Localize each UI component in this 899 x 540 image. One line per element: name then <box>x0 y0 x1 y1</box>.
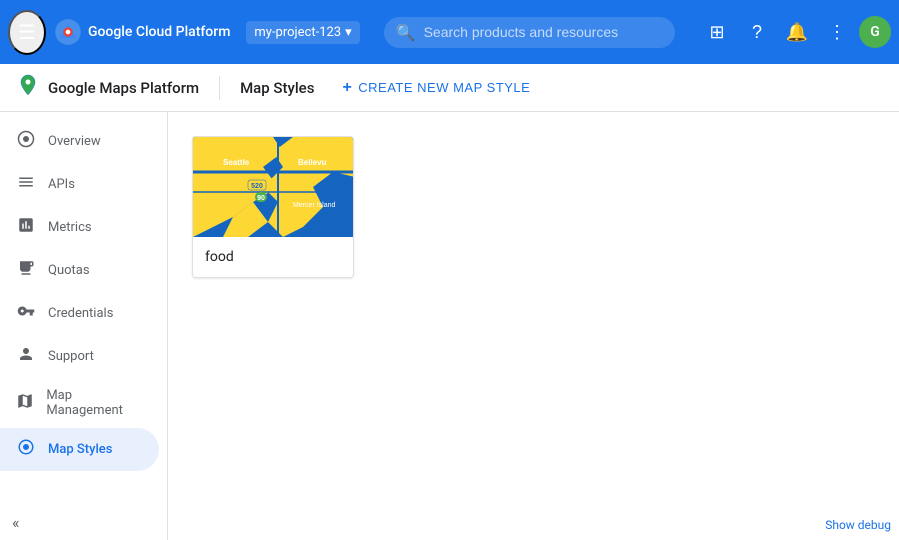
menu-icon[interactable]: ☰ <box>8 10 46 55</box>
svg-text:Bellevu: Bellevu <box>298 158 327 167</box>
svg-text:520: 520 <box>251 183 263 190</box>
second-header: Google Maps Platform Map Styles + CREATE… <box>0 64 899 112</box>
sidebar-label-credentials: Credentials <box>48 306 113 321</box>
header-divider <box>219 76 220 100</box>
search-bar: 🔍 <box>384 17 675 48</box>
sidebar-item-overview[interactable]: Overview <box>0 120 159 163</box>
svg-text:Seattle: Seattle <box>223 158 250 167</box>
sidebar-label-map-styles: Map Styles <box>48 442 112 457</box>
quotas-icon <box>16 259 36 282</box>
project-name: my-project-123 <box>254 25 341 40</box>
sidebar-label-overview: Overview <box>48 134 101 149</box>
map-styles-icon <box>16 438 36 461</box>
sidebar-label-support: Support <box>48 349 94 364</box>
more-icon-button[interactable]: ⋮ <box>819 14 855 50</box>
support-icon <box>16 345 36 368</box>
create-new-map-style-button[interactable]: + CREATE NEW MAP STYLE <box>342 79 530 97</box>
page-title: Map Styles <box>240 79 314 97</box>
sidebar-label-map-management: Map Management <box>46 388 143 418</box>
sidebar-item-apis[interactable]: APIs <box>0 163 159 206</box>
app-title: Google Cloud Platform <box>54 18 230 46</box>
show-debug-link[interactable]: Show debug <box>825 518 891 532</box>
sidebar-collapse[interactable]: « <box>0 505 168 540</box>
notifications-icon-button[interactable]: 🔔 <box>779 14 815 50</box>
apps-icon-button[interactable]: ⊞ <box>699 14 735 50</box>
sidebar-item-credentials[interactable]: Credentials <box>0 292 159 335</box>
top-bar-actions: ⊞ ? 🔔 ⋮ G <box>699 14 891 50</box>
search-input[interactable] <box>424 24 663 40</box>
gcp-title: Google Cloud Platform <box>88 24 230 40</box>
overview-icon <box>16 130 36 153</box>
sidebar-item-support[interactable]: Support <box>0 335 159 378</box>
sidebar-label-apis: APIs <box>48 177 75 192</box>
metrics-icon <box>16 216 36 239</box>
maps-platform-label: Google Maps Platform <box>48 79 199 97</box>
credentials-icon <box>16 302 36 325</box>
google-maps-logo-icon <box>16 73 40 97</box>
collapse-icon: « <box>12 513 20 532</box>
project-selector[interactable]: my-project-123 ▾ <box>246 21 359 44</box>
map-card-label-food: food <box>193 237 353 277</box>
maps-platform-logo: Google Maps Platform <box>16 73 199 103</box>
svg-text:Mercer Island: Mercer Island <box>293 202 336 209</box>
create-button-label: CREATE NEW MAP STYLE <box>358 80 530 95</box>
plus-icon: + <box>342 79 352 97</box>
help-icon-button[interactable]: ? <box>739 14 775 50</box>
sidebar-label-quotas: Quotas <box>48 263 90 278</box>
sidebar-label-metrics: Metrics <box>48 220 92 235</box>
sidebar-item-metrics[interactable]: Metrics <box>0 206 159 249</box>
map-preview-food: Seattle Bellevu Mercer Island 520 90 <box>193 137 354 237</box>
sidebar-item-quotas[interactable]: Quotas <box>0 249 159 292</box>
sidebar: Overview APIs Metrics Quotas Credentials… <box>0 112 168 540</box>
sidebar-item-map-management[interactable]: Map Management <box>0 378 159 428</box>
svg-text:90: 90 <box>257 195 265 202</box>
map-preview-svg: Seattle Bellevu Mercer Island 520 90 <box>193 137 354 237</box>
dropdown-icon: ▾ <box>345 25 352 40</box>
gcp-logo-icon <box>54 18 82 46</box>
maps-pin-icon <box>16 73 40 103</box>
map-style-card-food[interactable]: Seattle Bellevu Mercer Island 520 90 foo… <box>192 136 354 278</box>
top-navigation-bar: ☰ Google Cloud Platform my-project-123 ▾… <box>0 0 899 64</box>
avatar[interactable]: G <box>859 16 891 48</box>
search-icon: 🔍 <box>396 23 416 42</box>
map-management-icon <box>16 392 34 415</box>
sidebar-item-map-styles[interactable]: Map Styles <box>0 428 159 471</box>
apis-icon <box>16 173 36 196</box>
main-content: Seattle Bellevu Mercer Island 520 90 foo… <box>168 112 899 540</box>
